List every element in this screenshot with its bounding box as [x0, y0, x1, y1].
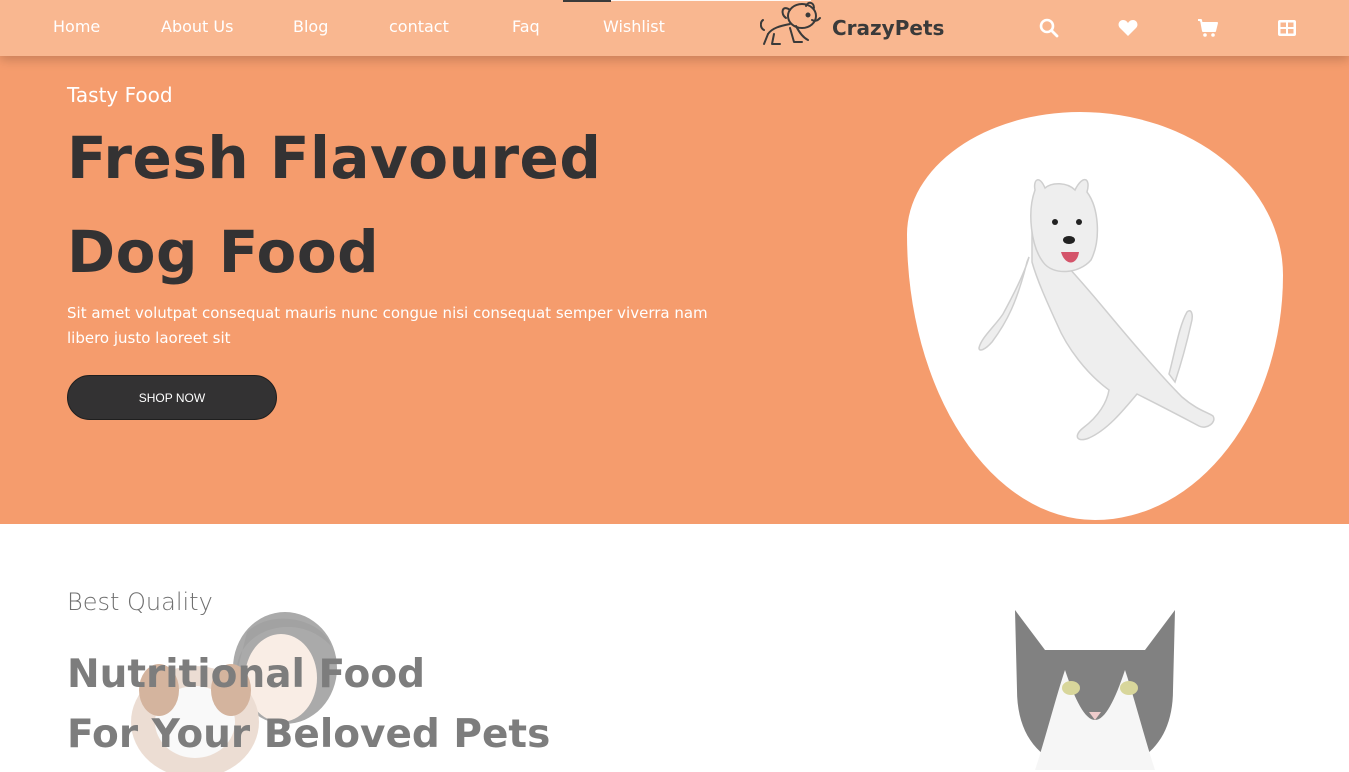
logo-text: CrazyPets [832, 16, 945, 40]
nav-about-us[interactable]: About Us [161, 17, 233, 36]
hero-title-line-1: Fresh Flavoured [67, 124, 602, 192]
nav-home[interactable]: Home [53, 17, 100, 36]
nav-wishlist[interactable]: Wishlist [603, 17, 665, 36]
section-title-line-1: Nutritional Food [67, 652, 426, 697]
logo[interactable]: CrazyPets [760, 0, 944, 50]
hero-description: Sit amet volutpat consequat mauris nunc … [67, 304, 708, 347]
section-title-line-2: For Your Beloved Pets [67, 712, 551, 757]
nav-active-indicator [563, 0, 611, 2]
nav-faq[interactable]: Faq [512, 17, 540, 36]
hero-kicker: Tasty Food [67, 83, 173, 107]
heart-icon [1118, 20, 1138, 36]
nav-contact[interactable]: contact [389, 17, 449, 36]
dog-logo-icon [760, 1, 821, 45]
cart-button[interactable] [1196, 16, 1220, 40]
hero-title-line-2: Dog Food [67, 218, 380, 286]
cat-image [1015, 610, 1175, 770]
wishlist-button[interactable] [1116, 16, 1140, 40]
menu-grid-button[interactable] [1275, 16, 1299, 40]
grid-icon [1278, 20, 1296, 36]
search-icon [1039, 18, 1059, 38]
shop-now-button[interactable]: SHOP NOW [67, 375, 277, 420]
nav-blog[interactable]: Blog [293, 17, 328, 36]
section-kicker: Best Quality [67, 588, 213, 616]
cart-icon [1198, 19, 1218, 37]
site-header: Home About Us Blog contact Faq Wishlist … [0, 0, 1349, 56]
search-button[interactable] [1037, 16, 1061, 40]
